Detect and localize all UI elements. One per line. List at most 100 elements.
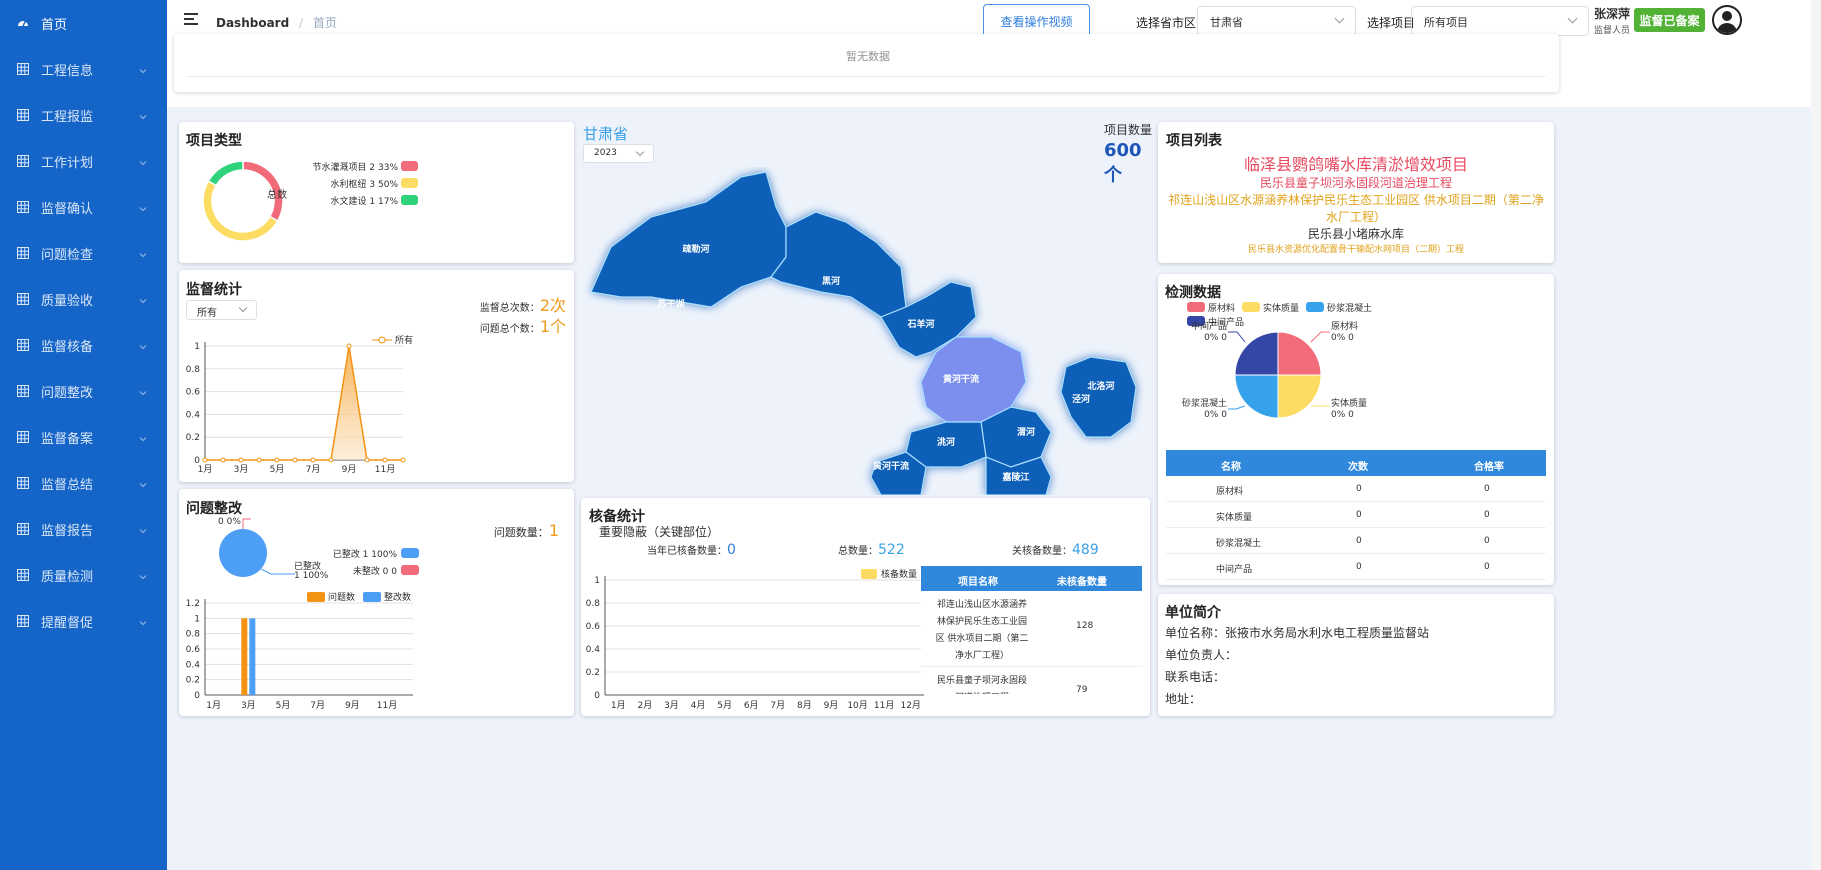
x-tick-label: 4月: [691, 700, 706, 711]
table-cell: 中间产品: [1216, 565, 1253, 575]
page-scrollbar[interactable]: [1811, 0, 1821, 870]
total-label: 总数量：: [838, 546, 878, 557]
avatar[interactable]: [1712, 5, 1742, 35]
chevron-down-icon: [139, 202, 147, 212]
rectification-bar-chart: 0 0.2 0.4 0.6 0.8 1 1.2 1月 3月 5月 7月 9月 11月: [186, 599, 413, 711]
y-tick-label: 0.6: [186, 388, 201, 398]
sidebar-item[interactable]: 监督总结: [0, 460, 167, 506]
sidebar-item-label: 质量验收: [41, 294, 94, 309]
sidebar-item[interactable]: 工作计划: [0, 138, 167, 184]
province-map[interactable]: 疏勒河苏干湖黑河石羊河黄河干流北洛河泾河渭河洮河黄河干流嘉陵江: [581, 167, 1154, 495]
table-row[interactable]: 民乐县童子坝河永固段河道治理工程 79: [921, 667, 1142, 694]
legend-swatch: [401, 195, 418, 205]
sidebar-item[interactable]: 工程信息: [0, 46, 167, 92]
data-point: [238, 457, 244, 463]
hamburger-icon[interactable]: [184, 13, 198, 25]
city-select[interactable]: 甘肃省: [1197, 6, 1356, 36]
project-list-card: 项目列表 临泽县鹦鸽嘴水库清淤增效项目 民乐县童子坝河永固段河道治理工程 祁连山浅山…: [1158, 122, 1554, 263]
pie-label-name: 中间产品: [1191, 320, 1227, 332]
sidebar-item[interactable]: 问题检查: [0, 230, 167, 276]
verify-closed: 关核备数量：489: [1012, 542, 1099, 558]
chevron-down-icon: [1567, 13, 1578, 24]
legend-label: 所有: [395, 334, 413, 346]
rect-count: 问题数量：1: [494, 521, 559, 540]
total-value: 522: [878, 542, 905, 558]
table-cell: 砂浆混凝土: [1216, 539, 1262, 549]
table-row[interactable]: 实体质量 0 0: [1166, 502, 1546, 528]
filter-value: 所有: [197, 308, 217, 319]
x-tick-label: 11月: [874, 700, 894, 711]
x-tick-label: 7月: [310, 700, 325, 711]
supervision-filter-select[interactable]: 所有: [186, 300, 257, 320]
chevron-down-icon: [139, 248, 147, 258]
sidebar-item[interactable]: 质量检测: [0, 552, 167, 598]
map-year-select[interactable]: 2023: [583, 144, 654, 163]
table-cell-count: 79: [1076, 685, 1088, 694]
unit-name-value: 张掖市水务局水利水电工程质量监督站: [1225, 626, 1430, 640]
legend-label: 水利枢纽 3 50%: [330, 180, 398, 190]
breadcrumb-separator: /: [299, 16, 304, 30]
legend-label: 实体质量: [1263, 303, 1300, 314]
sidebar-item[interactable]: 监督核备: [0, 322, 167, 368]
unit-name: 单位名称：张掖市水务局水利水电工程质量监督站: [1165, 624, 1429, 641]
month-value: 0: [727, 542, 736, 558]
table-row[interactable]: 中间产品 0 0: [1166, 554, 1546, 580]
view-video-button[interactable]: 查看操作视频: [983, 4, 1090, 38]
project-select-value: 所有项目: [1424, 16, 1468, 29]
data-point: [400, 457, 406, 463]
grid-icon: [17, 155, 29, 167]
header-cell: 项目名称: [958, 577, 998, 588]
legend-item: 水利枢纽 3 50%: [303, 177, 418, 194]
project-list-item[interactable]: 祁连山浅山区水源涵养林保护民乐生态工业园区 供水项目二期（第二净水厂工程）: [1166, 192, 1546, 226]
grid-icon: [17, 615, 29, 627]
pie-slice: [1234, 331, 1279, 376]
table-cell-name: 祁连山浅山区水源涵养林保护民乐生态工业园区 供水项目二期（第二净水厂工程）: [935, 600, 1029, 661]
status-badge-button[interactable]: 监督已备案: [1634, 8, 1705, 32]
y-tick-label: 0.6: [586, 622, 601, 632]
sidebar-item[interactable]: 监督备案: [0, 414, 167, 460]
sidebar-item[interactable]: 监督确认: [0, 184, 167, 230]
sidebar-item-label: 监督备案: [41, 432, 94, 447]
verify-table: 项目名称 未核备数量 祁连山浅山区水源涵养林保护民乐生态工业园区 供水项目二期（…: [921, 566, 1142, 694]
breadcrumb-root[interactable]: Dashboard: [216, 16, 289, 30]
project-label: 选择项目: [1367, 16, 1416, 30]
legend-swatch: [1242, 302, 1261, 312]
y-tick-label: 0.2: [186, 433, 200, 443]
project-list-item[interactable]: 民乐县水资源优化配置骨干输配水网项目（二期）工程: [1166, 243, 1546, 257]
table-row[interactable]: 原材料 0 0: [1166, 476, 1546, 502]
verify-table-body: 祁连山浅山区水源涵养林保护民乐生态工业园区 供水项目二期（第二净水厂工程） 128…: [921, 591, 1142, 694]
sidebar-item-label: 工程信息: [41, 64, 94, 79]
sidebar-item[interactable]: 首页: [0, 0, 167, 46]
y-tick-label: 0.8: [186, 630, 201, 640]
sidebar-item[interactable]: 提醒督促: [0, 598, 167, 644]
month-label: 当年已核备数量：: [647, 546, 727, 557]
sidebar-item[interactable]: 工程报监: [0, 92, 167, 138]
project-select[interactable]: 所有项目: [1411, 6, 1589, 36]
unit-name-label: 单位名称：: [1165, 626, 1226, 640]
sidebar-item[interactable]: 质量验收: [0, 276, 167, 322]
chevron-down-icon: [139, 294, 147, 304]
header-cell: 次数: [1348, 462, 1368, 473]
pie-slice: [1234, 374, 1279, 419]
project-list-item[interactable]: 临泽县鹦鸽嘴水库清淤增效项目: [1166, 154, 1546, 175]
x-tick-label: 7月: [770, 700, 785, 711]
sidebar-item[interactable]: 监督报告: [0, 506, 167, 552]
project-list-item[interactable]: 民乐县童子坝河永固段河道治理工程: [1166, 175, 1546, 192]
card-title: 项目列表: [1166, 133, 1222, 149]
header-cell: 合格率: [1474, 462, 1504, 473]
table-row[interactable]: 祁连山浅山区水源涵养林保护民乐生态工业园区 供水项目二期（第二净水厂工程） 128: [921, 591, 1142, 667]
card-title: 项目类型: [186, 133, 242, 149]
testing-card: 检测数据 原材料 实体质量 砂浆混凝土 中间产品 原材料 0% 0 实体质量 0% 0 砂浆混…: [1158, 274, 1554, 585]
y-tick-label: 0.2: [586, 668, 600, 678]
sidebar-item-label: 工作计划: [41, 156, 94, 171]
table-cell: 原材料: [1216, 487, 1244, 497]
table-row[interactable]: 砂浆混凝土 0 0: [1166, 528, 1546, 554]
x-tick-label: 1月: [198, 464, 213, 475]
y-tick-label: 1: [594, 576, 600, 586]
sidebar-item[interactable]: 问题整改: [0, 368, 167, 414]
user-name: 张深萍: [1594, 7, 1631, 21]
x-tick-label: 11月: [377, 700, 397, 711]
city-select-value: 甘肃省: [1210, 16, 1243, 29]
map-region-label: 黄河干流: [873, 460, 909, 472]
project-list-item[interactable]: 民乐县小堵麻水库: [1166, 226, 1546, 243]
